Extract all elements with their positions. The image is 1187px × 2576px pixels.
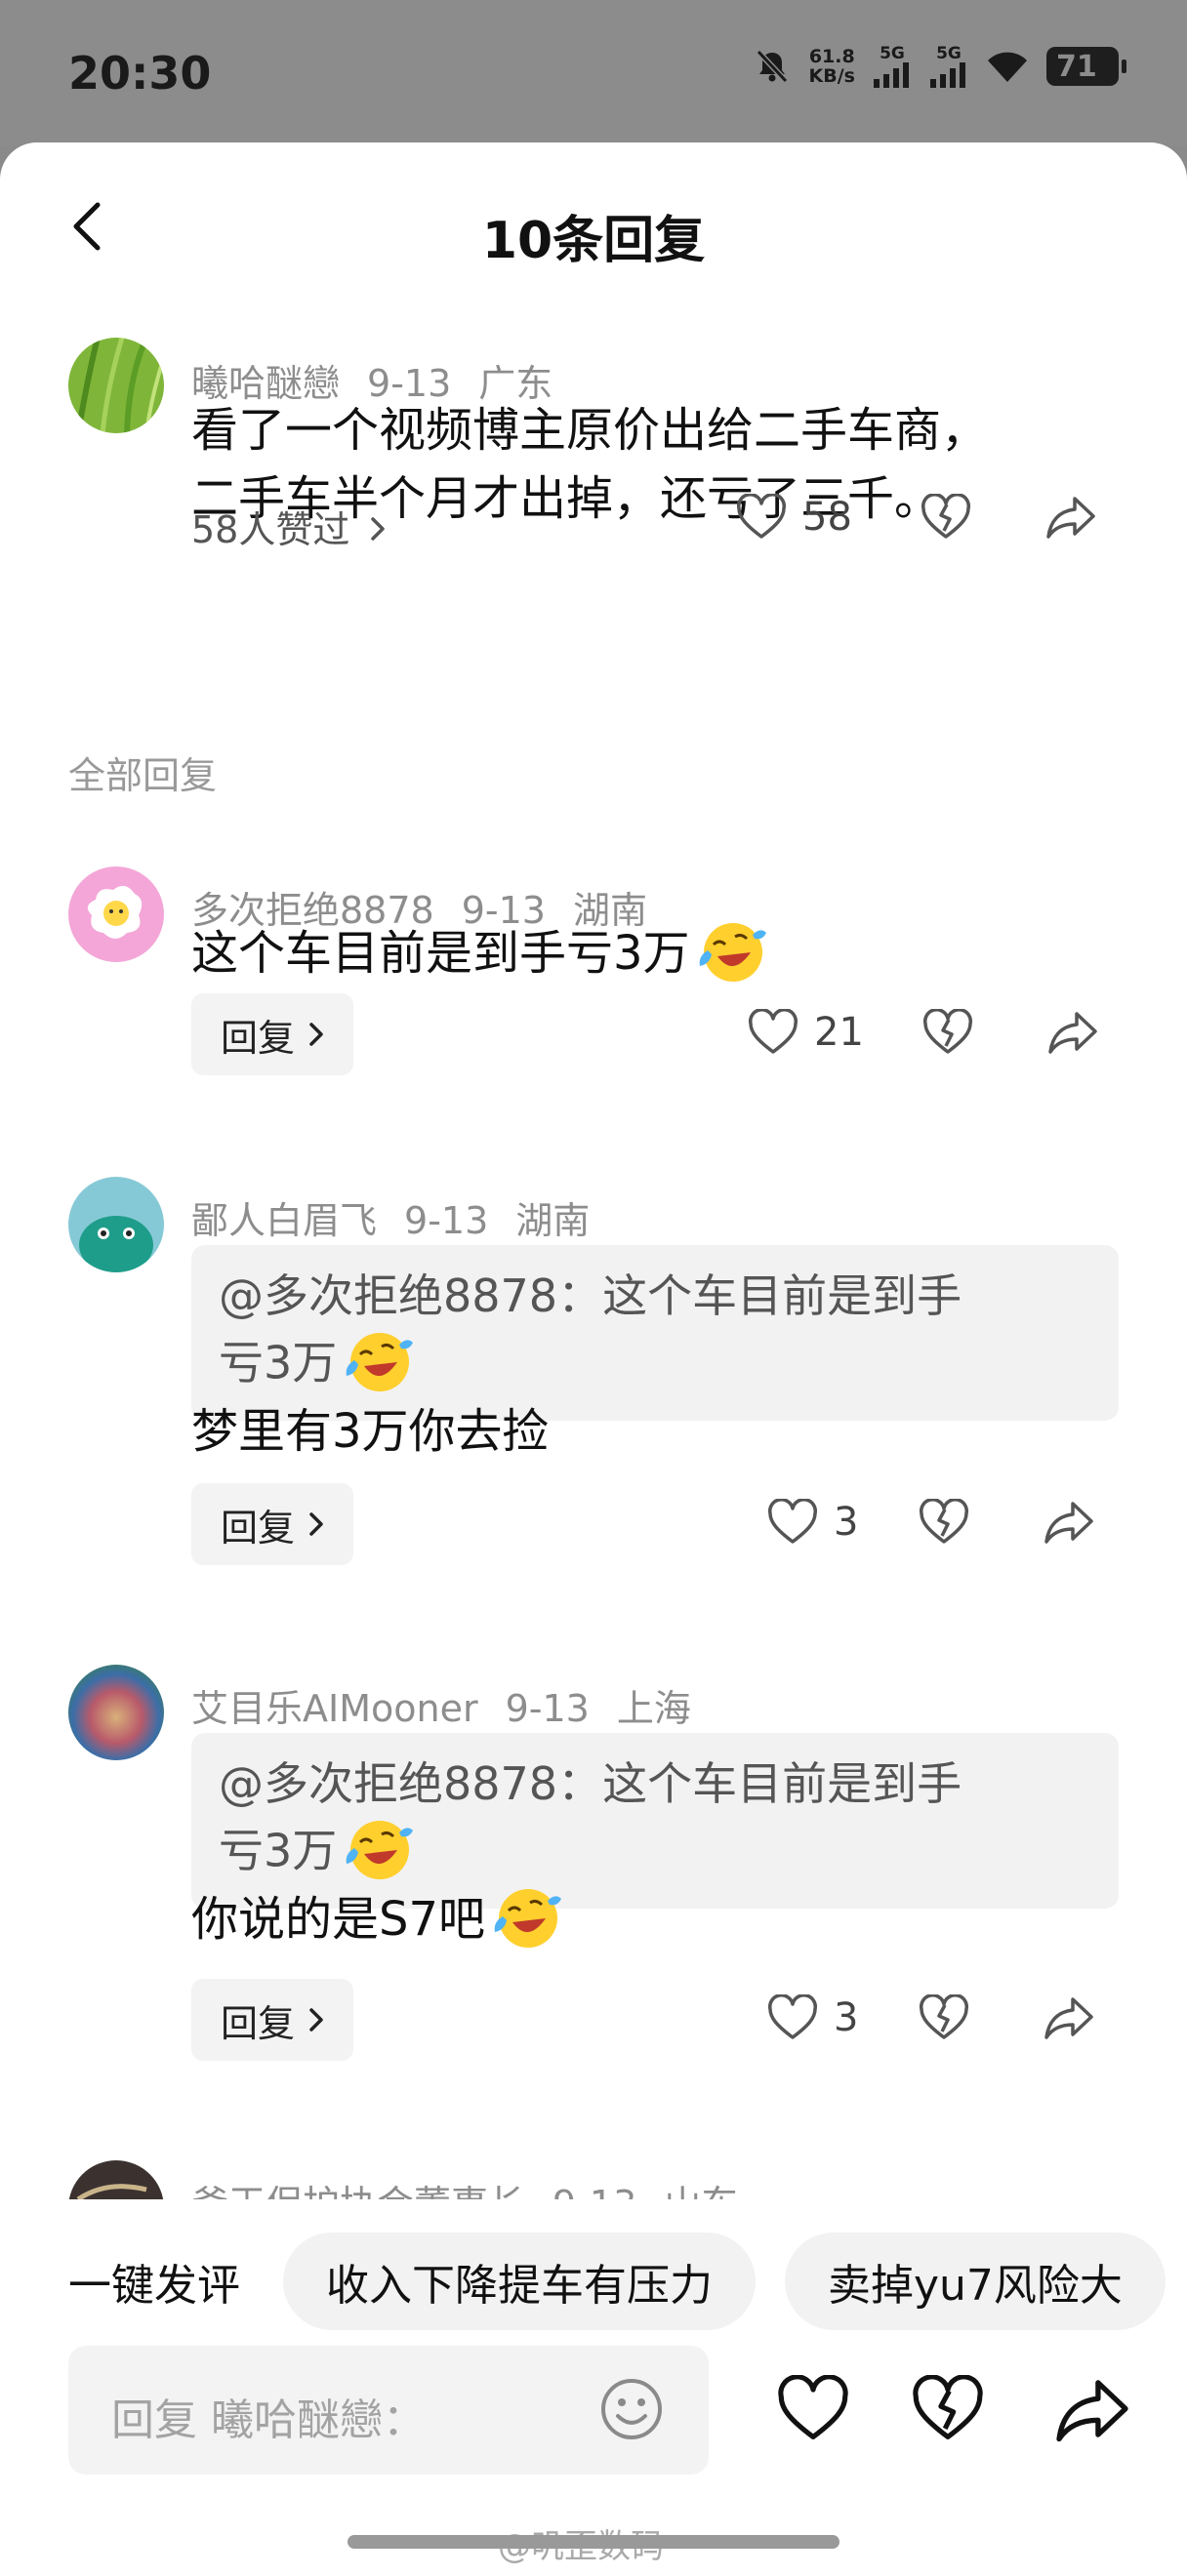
share-button[interactable] — [1047, 1010, 1098, 1055]
wifi-icon — [988, 52, 1027, 82]
share-button[interactable] — [1044, 1995, 1094, 2040]
signal-icon — [930, 62, 965, 88]
heart-icon — [748, 1009, 798, 1054]
chevron-right-icon — [309, 2008, 323, 2032]
reply-input-placeholder: 回复 曦哈醚戀： — [111, 2395, 426, 2445]
dislike-button[interactable] — [919, 1994, 969, 2041]
dislike-button[interactable] — [922, 1009, 973, 1056]
section-label: 全部回复 — [68, 754, 218, 797]
quick-comment-label: 一键发评 — [68, 2261, 240, 2311]
avatar[interactable] — [68, 1665, 164, 1760]
quick-comment-row: 一键发评 收入下降提车有压力 卖掉yu7风险大 — [0, 2233, 1187, 2330]
reply-actions: 21 — [748, 1009, 1098, 1056]
signal-sim1: 5G — [873, 45, 912, 88]
laughing-crying-emoji — [494, 1889, 562, 1948]
comment-actions: 58 — [736, 494, 1096, 541]
share-icon[interactable] — [1054, 2377, 1130, 2443]
status-bar: 20:30 61.8 KB/s 5G 5G 71 — [0, 0, 1187, 146]
status-icons: 61.8 KB/s 5G 5G 71 — [753, 45, 1126, 88]
reply-input[interactable]: 回复 曦哈醚戀： — [68, 2346, 709, 2475]
like-count: 58 — [802, 495, 852, 540]
reply-actions: 3 — [767, 1994, 1094, 2041]
like-button[interactable]: 3 — [767, 1499, 858, 1546]
broken-heart-icon[interactable] — [912, 2375, 984, 2443]
reply-button[interactable]: 回复 — [191, 1483, 354, 1565]
dislike-button[interactable] — [919, 1499, 969, 1546]
laughing-crying-emoji — [346, 1333, 414, 1391]
share-button[interactable] — [1044, 1500, 1094, 1545]
like-count: 21 — [814, 1010, 864, 1055]
avatar[interactable] — [68, 866, 164, 962]
chevron-right-icon — [309, 1512, 323, 1536]
quoted-reply: @多次拒绝8878：这个车目前是到手 亏3万 — [191, 1733, 1119, 1909]
broken-heart-icon — [921, 494, 970, 539]
like-button[interactable]: 21 — [748, 1009, 864, 1056]
share-icon — [1046, 497, 1095, 539]
reply-text: 你说的是S7吧 — [191, 1885, 563, 1959]
reply-location: 湖南 — [515, 1199, 591, 1242]
reply-text: 这个车目前是到手亏3万 — [191, 919, 768, 993]
avatar[interactable] — [68, 1177, 164, 1272]
emoji-icon[interactable] — [597, 2375, 666, 2443]
likes-link[interactable]: 58人赞过 — [191, 500, 387, 553]
laughing-crying-emoji — [699, 923, 766, 982]
reply-button[interactable]: 回复 — [191, 1979, 354, 2061]
quoted-reply: @多次拒绝8878：这个车目前是到手 亏3万 — [191, 1245, 1119, 1421]
share-icon — [1044, 1502, 1094, 1544]
username[interactable]: 鄙人白眉飞 — [191, 1199, 377, 1242]
reply-meta: 鄙人白眉飞 9-13 湖南 — [191, 1190, 617, 1244]
share-icon — [1048, 1012, 1097, 1054]
like-count: 3 — [834, 1500, 859, 1545]
signal-icon — [874, 62, 909, 88]
like-button[interactable]: 58 — [736, 494, 852, 541]
broken-heart-icon — [920, 1499, 969, 1544]
broken-heart-icon — [920, 1994, 969, 2039]
like-count: 3 — [834, 1995, 859, 2040]
quick-comment-chip[interactable]: 收入下降提车有压力 — [283, 2233, 756, 2330]
broken-heart-icon — [922, 1009, 972, 1054]
share-icon — [1044, 1997, 1094, 2039]
home-indicator[interactable] — [348, 2535, 839, 2549]
page-title: 10条回复 — [481, 212, 706, 270]
heart-icon — [767, 1994, 818, 2039]
like-button[interactable]: 3 — [767, 1994, 858, 2041]
reply-date: 9-13 — [505, 1687, 590, 1730]
battery-icon: 71 — [1046, 47, 1126, 86]
chevron-right-icon — [309, 1023, 323, 1046]
reply-actions: 3 — [767, 1499, 1094, 1546]
quick-comment-chip[interactable]: 卖掉yu7风险大 — [785, 2233, 1166, 2330]
reply-text: 梦里有3万你去捡 — [191, 1404, 550, 1459]
chevron-right-icon — [371, 517, 386, 541]
replies-sheet: 10条回复 曦哈醚戀 9-13 广东 看了一个视频博主原价出给二手车商， 二手车半个… — [0, 142, 1187, 2576]
heart-icon — [767, 1499, 818, 1544]
reply-date: 9-13 — [404, 1199, 489, 1242]
heart-icon — [736, 494, 787, 539]
status-time: 20:30 — [68, 47, 212, 100]
net-speed: 61.8 KB/s — [808, 46, 855, 87]
dislike-button[interactable] — [921, 494, 971, 541]
reply-button[interactable]: 回复 — [191, 993, 354, 1075]
avatar[interactable] — [68, 338, 164, 433]
reply-meta: 艾目乐AIMooner 9-13 上海 — [191, 1678, 718, 1732]
mute-icon — [756, 49, 788, 84]
share-button[interactable] — [1045, 495, 1096, 540]
username[interactable]: 艾目乐AIMooner — [191, 1687, 478, 1730]
heart-icon[interactable] — [777, 2375, 849, 2443]
signal-sim2: 5G — [929, 45, 968, 88]
header: 10条回复 — [0, 142, 1187, 308]
reply-location: 上海 — [616, 1687, 691, 1730]
laughing-crying-emoji — [346, 1821, 414, 1879]
